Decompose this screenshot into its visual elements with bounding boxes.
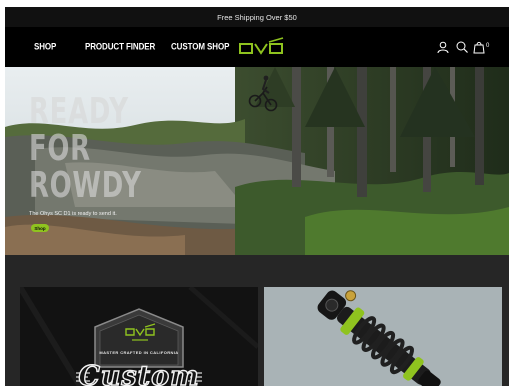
page-frame: Free Shipping Over $50 SHOP PRODUCT FIND…	[5, 7, 509, 386]
hero-headline-line: FOR	[29, 128, 91, 169]
hero-headline-line: READY	[29, 91, 129, 132]
cart-icon[interactable]	[472, 40, 486, 54]
hero-banner[interactable]: READY FOR ROWDY The Ohys SC D1 is ready …	[5, 67, 509, 255]
badge-caption: MASTER CRAFTED IN CALIFORNIA	[99, 350, 179, 355]
nav-link-shop[interactable]: SHOP	[34, 41, 56, 51]
badge-custom-word: Custom	[78, 360, 200, 386]
shock-product-image	[264, 287, 502, 386]
announcement-bar: Free Shipping Over $50	[5, 7, 509, 27]
hero-shop-button[interactable]: Shop	[31, 224, 49, 232]
custom-shop-card[interactable]: MASTER CRAFTED IN CALIFORNIA Custom	[20, 287, 258, 386]
announcement-text: Free Shipping Over $50	[217, 12, 297, 22]
brand-logo[interactable]	[238, 36, 284, 58]
hero-subtext: The Ohys SC D1 is ready to send it.	[29, 211, 117, 217]
hero-headline: READY FOR ROWDY	[29, 93, 142, 204]
user-icon[interactable]	[436, 40, 450, 54]
cart-count: 0	[486, 43, 490, 49]
shock-product-card[interactable]	[264, 287, 502, 386]
nav-link-product-finder[interactable]: PRODUCT FINDER	[85, 41, 155, 51]
nav-link-custom-shop[interactable]: CUSTOM SHOP	[171, 41, 229, 51]
search-icon[interactable]	[455, 40, 469, 54]
main-nav: SHOP PRODUCT FINDER CUSTOM SHOP 0	[5, 27, 509, 67]
hero-headline-line: ROWDY	[29, 165, 142, 206]
